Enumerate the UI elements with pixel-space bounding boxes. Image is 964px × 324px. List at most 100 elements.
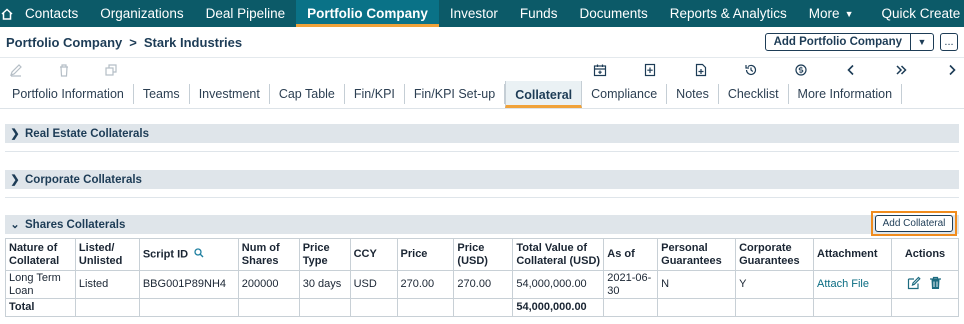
add-portfolio-company-button[interactable]: Add Portfolio Company ▼ — [764, 33, 934, 51]
attach-file-link[interactable]: Attach File — [817, 278, 869, 290]
tab-cap-table[interactable]: Cap Table — [270, 84, 345, 104]
col-nature-of-collateral: Nature of Collateral — [5, 238, 76, 271]
chevron-right-icon: ❯ — [10, 128, 20, 140]
breadcrumb-bar: Portfolio Company > Stark Industries Add… — [0, 27, 964, 58]
top-navigation: Contacts Organizations Deal Pipeline Por… — [0, 0, 964, 27]
cell-attachment: Attach File — [813, 269, 892, 300]
cell-total-value: 54,000,000.00 — [512, 298, 605, 318]
chevron-down-icon[interactable]: ▼ — [911, 34, 933, 50]
cell-total-label: Total — [5, 298, 76, 318]
nav-contacts[interactable]: Contacts — [14, 0, 89, 27]
chevron-right-icon: ❯ — [10, 174, 20, 186]
cell-price: 270.00 — [396, 269, 455, 300]
add-document-icon[interactable] — [693, 62, 709, 78]
previous-icon[interactable] — [843, 62, 859, 78]
col-script-id: Script ID — [138, 238, 239, 271]
breadcrumb-current: Stark Industries — [143, 34, 243, 50]
search-icon[interactable] — [194, 248, 204, 262]
col-price-type: Price Type — [298, 238, 351, 271]
add-portfolio-company-label[interactable]: Add Portfolio Company — [766, 34, 911, 50]
nav-reports-analytics[interactable]: Reports & Analytics — [659, 0, 798, 27]
shares-collaterals-header[interactable]: ⌄ Shares Collaterals — [5, 215, 959, 234]
tab-portfolio-information[interactable]: Portfolio Information — [3, 84, 134, 104]
tab-teams[interactable]: Teams — [134, 84, 190, 104]
col-script-id-label: Script ID — [142, 248, 189, 261]
nav-quick-create[interactable]: Quick Create▼ — [870, 0, 964, 27]
next-icon[interactable] — [944, 62, 960, 78]
add-collateral-highlight: Add Collateral — [871, 211, 957, 236]
cell-num-shares: 200000 — [237, 269, 300, 300]
last-icon[interactable] — [893, 62, 909, 78]
cell-nature: Long Term Loan — [5, 269, 76, 300]
nav-more[interactable]: More ▼ — [798, 0, 865, 27]
tab-fin-kpi[interactable]: Fin/KPI — [345, 84, 405, 104]
col-total-value: Total Value of Collateral (USD) — [512, 238, 605, 271]
cell-price-usd: 270.00 — [453, 269, 514, 300]
nav-portfolio-company[interactable]: Portfolio Company — [296, 0, 439, 27]
cell-empty — [453, 298, 514, 318]
cell-empty — [735, 298, 815, 318]
corporate-collaterals-title: Corporate Collaterals — [25, 173, 142, 186]
cell-empty — [603, 298, 659, 318]
corporate-collaterals-header[interactable]: ❯ Corporate Collaterals — [5, 170, 959, 189]
cell-listed: Listed — [74, 269, 140, 300]
cell-empty — [813, 298, 892, 318]
tab-checklist[interactable]: Checklist — [719, 84, 789, 104]
delete-icon[interactable] — [56, 62, 72, 78]
currency-refresh-icon[interactable] — [793, 62, 809, 78]
tab-more-information[interactable]: More Information — [789, 84, 903, 104]
tab-fin-kpi-setup[interactable]: Fin/KPI Set-up — [405, 84, 506, 104]
col-listed-unlisted: Listed/ Unlisted — [74, 238, 140, 271]
edit-icon[interactable] — [907, 276, 922, 294]
cell-empty — [298, 298, 351, 318]
cell-empty — [890, 298, 960, 318]
cell-empty — [349, 298, 398, 318]
real-estate-collaterals-header[interactable]: ❯ Real Estate Collaterals — [5, 124, 959, 143]
col-corporate-guarantees: Corporate Guarantees — [735, 238, 815, 271]
record-toolbar — [0, 58, 964, 82]
col-as-of: As of — [603, 238, 659, 271]
calendar-icon[interactable] — [592, 62, 608, 78]
cell-ccy: USD — [349, 269, 398, 300]
nav-documents[interactable]: Documents — [568, 0, 658, 27]
cell-price-type: 30 days — [298, 269, 351, 300]
tab-compliance[interactable]: Compliance — [582, 84, 668, 104]
edit-icon[interactable] — [8, 62, 24, 78]
duplicate-icon[interactable] — [103, 62, 119, 78]
cell-actions — [890, 269, 960, 300]
real-estate-collaterals-title: Real Estate Collaterals — [25, 127, 150, 140]
col-attachment: Attachment — [813, 238, 892, 271]
breadcrumb-root[interactable]: Portfolio Company — [6, 35, 122, 50]
add-note-icon[interactable] — [642, 62, 658, 78]
cell-as-of: 2021-06-30 — [603, 269, 659, 300]
add-collateral-button[interactable]: Add Collateral — [874, 215, 954, 232]
cell-personal-guarantees: N — [657, 269, 737, 300]
tab-collateral[interactable]: Collateral — [505, 81, 583, 108]
cell-script-id: BBG001P89NH4 — [138, 269, 239, 300]
breadcrumb-separator: > — [129, 34, 137, 50]
cell-corporate-guarantees: Y — [735, 269, 815, 300]
cell-empty — [657, 298, 737, 318]
nav-organizations[interactable]: Organizations — [89, 0, 194, 27]
cell-empty — [237, 298, 300, 318]
home-icon[interactable] — [0, 0, 14, 27]
col-price: Price — [396, 238, 455, 271]
nav-investor[interactable]: Investor — [439, 0, 509, 27]
nav-deal-pipeline[interactable]: Deal Pipeline — [195, 0, 297, 27]
delete-icon[interactable] — [929, 276, 942, 294]
table-row: Long Term Loan Listed BBG001P89NH4 20000… — [5, 269, 960, 300]
shares-collaterals-title: Shares Collaterals — [25, 218, 126, 231]
section-divider — [5, 151, 959, 152]
more-options-button[interactable]: ... — [940, 33, 958, 51]
tab-notes[interactable]: Notes — [667, 84, 719, 104]
history-icon[interactable] — [743, 62, 759, 78]
tab-investment[interactable]: Investment — [190, 84, 270, 104]
cell-empty — [138, 298, 239, 318]
nav-funds[interactable]: Funds — [509, 0, 569, 27]
section-divider — [5, 197, 959, 198]
col-num-of-shares: Num of Shares — [237, 238, 300, 271]
nav-more-label: More — [808, 6, 840, 21]
col-price-usd: Price (USD) — [453, 238, 514, 271]
chevron-down-icon: ▼ — [844, 8, 854, 19]
col-personal-guarantees: Personal Guarantees — [657, 238, 737, 271]
